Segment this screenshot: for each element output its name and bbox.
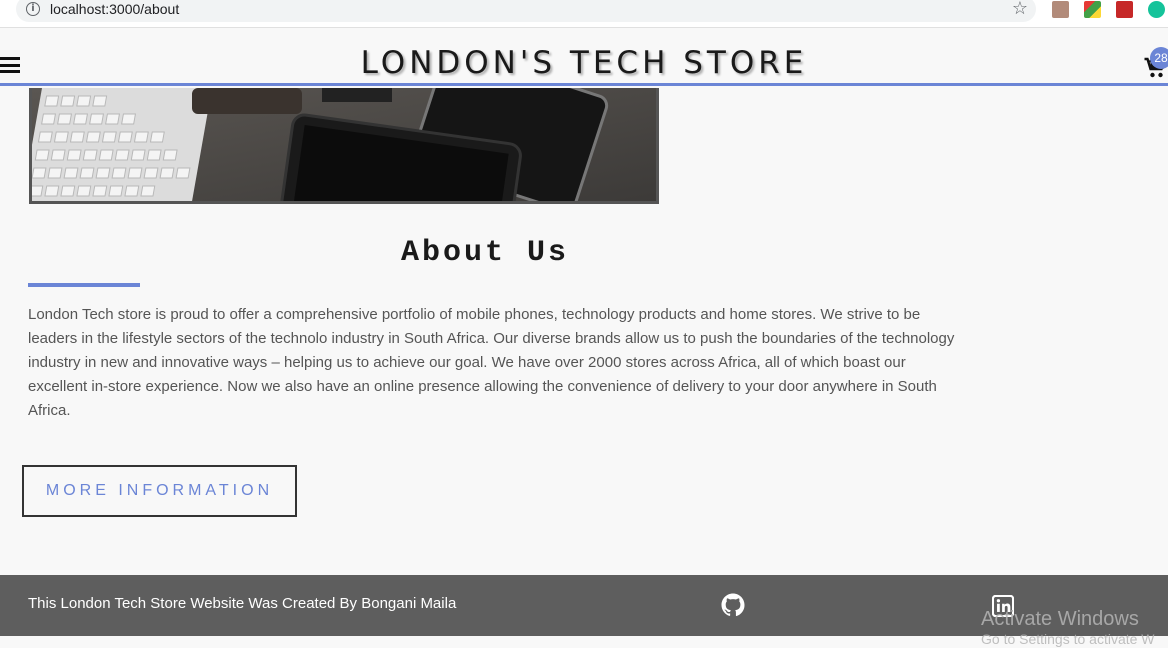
browser-toolbar: i localhost:3000/about ☆ — [0, 0, 1168, 28]
about-description: London Tech store is proud to offer a co… — [28, 306, 955, 419]
footer-credit: This London Tech Store Website Was Creat… — [28, 595, 457, 612]
extension-icon[interactable] — [1084, 1, 1101, 18]
more-information-button[interactable]: MORE INFORMATION — [22, 465, 297, 517]
site-title[interactable]: LONDON'S TECH STORE — [0, 45, 1168, 81]
about-title: About Us — [400, 236, 570, 270]
bookmark-star-icon[interactable]: ☆ — [1012, 0, 1028, 19]
extension-icon[interactable] — [1116, 1, 1133, 18]
site-header: LONDON'S TECH STORE 28 — [0, 29, 1168, 86]
address-bar[interactable]: i localhost:3000/about ☆ — [16, 0, 1036, 22]
watermark-line-1: Activate Windows — [981, 608, 1139, 630]
hero-image — [29, 88, 659, 204]
pdf-extension-icon[interactable] — [1052, 1, 1069, 18]
cart-count-badge: 28 — [1150, 47, 1168, 69]
url-text[interactable]: localhost:3000/about — [50, 1, 179, 17]
windows-activation-watermark: Activate Windows Go to Settings to activ… — [981, 608, 1168, 647]
grammarly-extension-icon[interactable] — [1148, 1, 1165, 18]
title-underline — [28, 283, 140, 287]
info-icon[interactable]: i — [26, 2, 40, 16]
github-icon[interactable] — [721, 593, 745, 617]
watermark-line-2: Go to Settings to activate W — [981, 631, 1155, 647]
keyboard-tablet-photo — [32, 88, 656, 201]
